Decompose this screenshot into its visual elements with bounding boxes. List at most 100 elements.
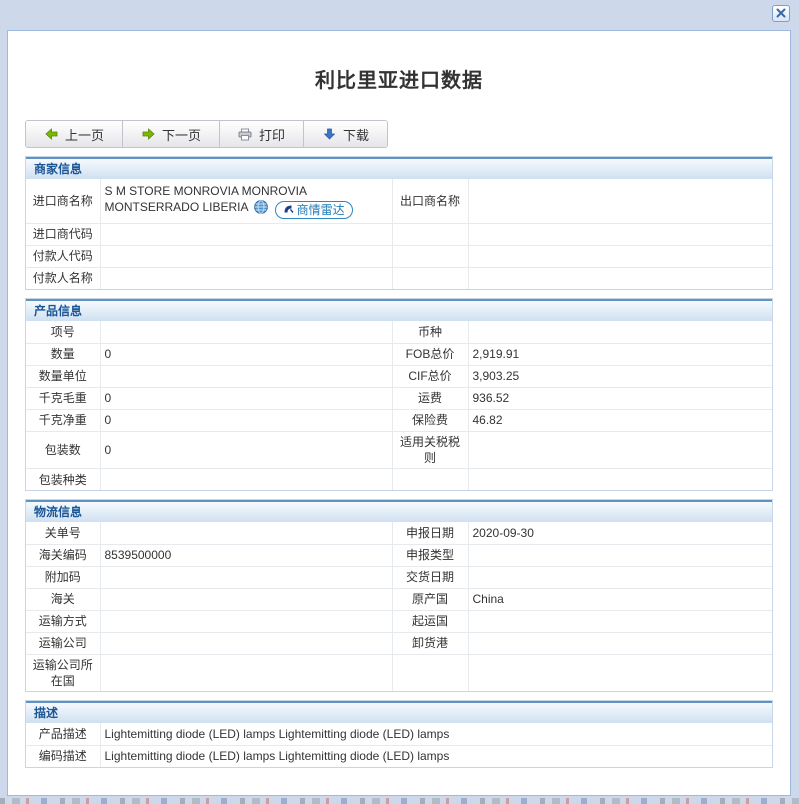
table-row: 运输方式 起运国 xyxy=(25,609,773,633)
radar-dish-icon xyxy=(283,202,294,218)
table-row: 海关 原产国 China xyxy=(25,587,773,611)
field-label: 卸货港 xyxy=(391,631,469,655)
table-row: 进口商名称 S M STORE MONROVIA MONROVIA MONTSE… xyxy=(25,178,773,224)
field-label: 进口商名称 xyxy=(25,178,101,224)
field-value: 0 xyxy=(99,408,393,432)
field-label: 申报类型 xyxy=(391,543,469,567)
field-label: 付款人代码 xyxy=(25,244,101,268)
field-value xyxy=(467,543,773,567)
table-row: 付款人名称 xyxy=(25,266,773,290)
table-row: 千克毛重 0 运费 936.52 xyxy=(25,386,773,410)
logistics-table: 关单号 申报日期 2020-09-30 海关编码 8539500000 申报类型… xyxy=(25,521,773,692)
field-label xyxy=(391,244,469,268)
table-row: 附加码 交货日期 xyxy=(25,565,773,589)
field-value xyxy=(467,631,773,655)
page-backdrop: { "title": "利比里亚进口数据", "toolbar": { "pre… xyxy=(0,0,799,804)
field-value xyxy=(99,467,393,491)
field-label: 运输方式 xyxy=(25,609,101,633)
section-merchant-info: 商家信息 进口商名称 S M STORE MONROVIA MONROVIA M… xyxy=(25,156,773,290)
field-value: 8539500000 xyxy=(99,543,393,567)
field-label: 数量单位 xyxy=(25,364,101,388)
import-data-dialog: 利比里亚进口数据 上一页 下一页 打印 下载 商家信息 进口商名称 S M ST… xyxy=(7,30,791,796)
section-product-info: 产品信息 项号 币种 数量 0 FOB总价 2,919.91 数量单位 CIF总… xyxy=(25,298,773,492)
description-table: 产品描述 Lightemitting diode (LED) lamps Lig… xyxy=(25,722,773,768)
field-value xyxy=(467,266,773,290)
download-icon xyxy=(322,128,336,141)
field-label: 原产国 xyxy=(391,587,469,611)
table-row: 海关编码 8539500000 申报类型 xyxy=(25,543,773,567)
arrow-right-icon xyxy=(141,128,155,141)
field-label: 交货日期 xyxy=(391,565,469,589)
field-label: 数量 xyxy=(25,342,101,366)
table-row: 付款人代码 xyxy=(25,244,773,268)
field-label: 项号 xyxy=(25,320,101,344)
field-label xyxy=(391,266,469,290)
field-value: 936.52 xyxy=(467,386,773,410)
field-value xyxy=(99,222,393,246)
section-description: 描述 产品描述 Lightemitting diode (LED) lamps … xyxy=(25,700,773,769)
print-button[interactable]: 打印 xyxy=(220,121,305,147)
table-row: 数量单位 CIF总价 3,903.25 xyxy=(25,364,773,388)
field-value xyxy=(467,244,773,268)
field-value xyxy=(467,467,773,491)
field-value xyxy=(99,631,393,655)
field-label: 进口商代码 xyxy=(25,222,101,246)
field-label: 运费 xyxy=(391,386,469,410)
page-title: 利比里亚进口数据 xyxy=(315,70,483,92)
field-value xyxy=(467,565,773,589)
table-row: 千克净重 0 保险费 46.82 xyxy=(25,408,773,432)
field-label: 附加码 xyxy=(25,565,101,589)
field-value xyxy=(99,364,393,388)
field-value xyxy=(99,266,393,290)
field-value xyxy=(467,430,773,469)
field-label: 运输公司所在国 xyxy=(25,653,101,692)
prev-page-label: 上一页 xyxy=(65,127,105,143)
print-label: 打印 xyxy=(259,127,286,143)
field-value xyxy=(467,609,773,633)
field-label: 出口商名称 xyxy=(391,178,469,224)
close-button[interactable] xyxy=(772,5,790,22)
field-label: 千克净重 xyxy=(25,408,101,432)
field-label: 包装数 xyxy=(25,430,101,469)
field-value xyxy=(99,653,393,692)
pager-toolbar: 上一页 下一页 打印 下载 xyxy=(25,120,389,148)
merchant-table: 进口商名称 S M STORE MONROVIA MONROVIA MONTSE… xyxy=(25,178,773,290)
field-value: Lightemitting diode (LED) lamps Lightemi… xyxy=(99,744,773,768)
globe-icon[interactable] xyxy=(254,199,269,218)
table-row: 包装数 0 适用关税税则 xyxy=(25,430,773,469)
field-value xyxy=(99,244,393,268)
prev-page-button[interactable]: 上一页 xyxy=(26,121,124,147)
field-label: 关单号 xyxy=(25,521,101,545)
download-label: 下载 xyxy=(343,127,370,143)
background-page-sliver xyxy=(0,798,799,804)
importer-name-cell: S M STORE MONROVIA MONROVIA MONTSERRADO … xyxy=(99,178,393,224)
field-label: 适用关税税则 xyxy=(391,430,469,469)
field-label: 海关 xyxy=(25,587,101,611)
download-button[interactable]: 下载 xyxy=(304,121,388,147)
table-row: 项号 币种 xyxy=(25,320,773,344)
field-label: FOB总价 xyxy=(391,342,469,366)
printer-icon xyxy=(238,128,252,141)
field-value xyxy=(99,565,393,589)
field-label: 产品描述 xyxy=(25,722,101,746)
field-label xyxy=(391,653,469,692)
table-row: 进口商代码 xyxy=(25,222,773,246)
table-row: 运输公司 卸货港 xyxy=(25,631,773,655)
field-label: 付款人名称 xyxy=(25,266,101,290)
section-product-title: 产品信息 xyxy=(26,299,772,321)
field-value xyxy=(99,521,393,545)
field-label xyxy=(391,222,469,246)
field-value: 3,903.25 xyxy=(467,364,773,388)
field-value: Lightemitting diode (LED) lamps Lightemi… xyxy=(99,722,773,746)
product-table: 项号 币种 数量 0 FOB总价 2,919.91 数量单位 CIF总价 3,9… xyxy=(25,320,773,491)
field-label: 运输公司 xyxy=(25,631,101,655)
field-value: 2,919.91 xyxy=(467,342,773,366)
field-label: 申报日期 xyxy=(391,521,469,545)
table-row: 包装种类 xyxy=(25,467,773,491)
business-radar-badge[interactable]: 商情雷达 xyxy=(274,200,353,219)
section-merchant-title: 商家信息 xyxy=(26,157,772,179)
field-value xyxy=(99,320,393,344)
field-label xyxy=(391,467,469,491)
field-value xyxy=(467,178,773,224)
next-page-button[interactable]: 下一页 xyxy=(123,121,221,147)
